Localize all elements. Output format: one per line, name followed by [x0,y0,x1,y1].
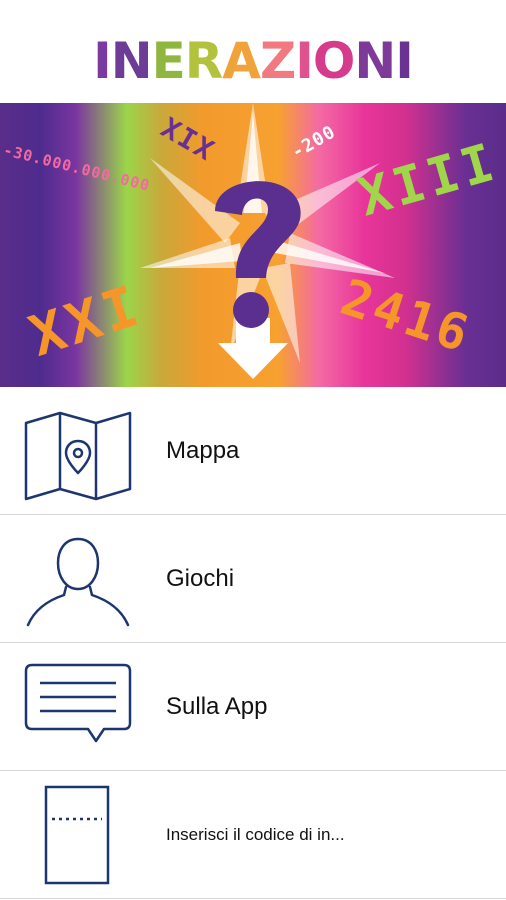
menu-label: Sulla App [166,693,268,720]
ticket-icon [44,785,110,885]
main-menu: Mappa Giochi Sulla App Inserisci il codi… [0,387,506,899]
logo-letter: N [354,32,396,90]
menu-item-mappa[interactable]: Mappa [0,387,506,515]
logo-letter: E [151,32,186,90]
logo-letter: I [395,32,414,90]
logo-letter: I [295,32,314,90]
logo-letter: N [110,32,153,90]
arrow-down-shape [218,343,288,379]
logo-letter: O [312,32,356,90]
logo-letter: I [93,32,112,90]
logo-letter: Z [259,32,296,90]
chat-icon [24,663,132,743]
map-icon [24,411,132,501]
menu-item-giochi[interactable]: Giochi [0,515,506,643]
user-icon [26,537,130,627]
hero-banner: -30.000.000.000 XIX -200 XIII XXI 2416 [0,103,506,387]
menu-item-sulla-app[interactable]: Sulla App [0,643,506,771]
menu-item-inserisci-codice[interactable]: Inserisci il codice di in... [0,771,506,899]
app-header: INERAZIONI [0,0,506,103]
logo-letter: A [222,32,261,90]
menu-label: Inserisci il codice di in... [166,825,345,844]
menu-label: Giochi [166,565,235,592]
app-logo: INERAZIONI [0,26,506,96]
menu-label: Mappa [166,437,240,464]
logo-letter: R [184,32,224,90]
